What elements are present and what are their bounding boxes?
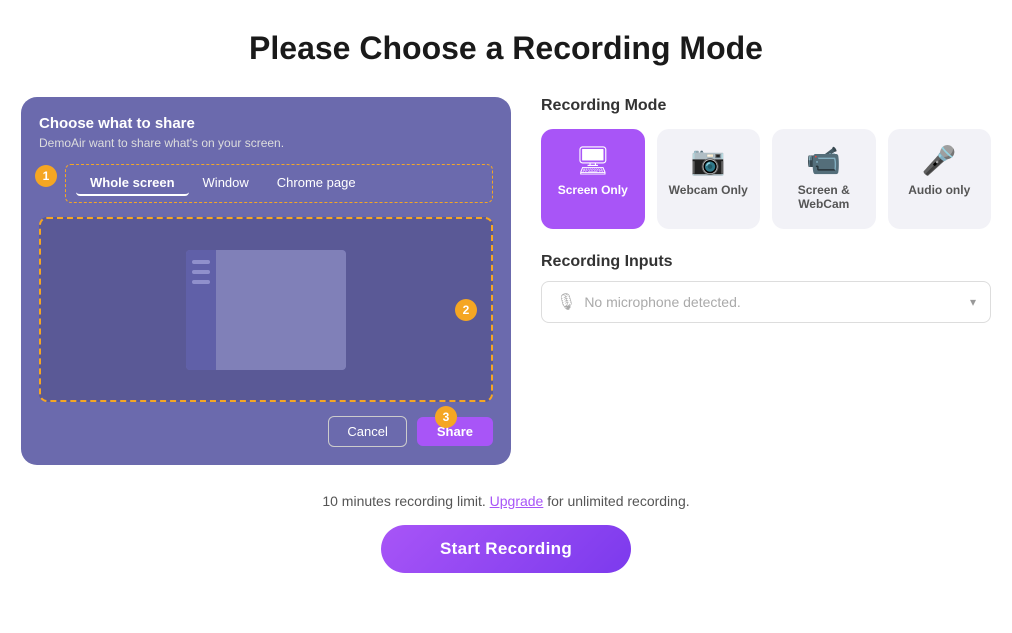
upgrade-link[interactable]: Upgrade xyxy=(490,493,544,509)
limit-text: 10 minutes recording limit. Upgrade for … xyxy=(20,493,992,509)
limit-text-suffix: for unlimited recording. xyxy=(547,493,689,509)
tabs-row: Whole screen Window Chrome page xyxy=(65,164,493,203)
bottom-buttons: Cancel Share 3 xyxy=(39,416,493,447)
screen-preview-area: 2 xyxy=(39,217,493,402)
footer-area: 10 minutes recording limit. Upgrade for … xyxy=(20,493,992,573)
cancel-button[interactable]: Cancel xyxy=(328,416,406,447)
page-title: Please Choose a Recording Mode xyxy=(249,30,763,67)
mic-muted-icon: 🎙 xyxy=(556,292,576,312)
tab-chrome-page[interactable]: Chrome page xyxy=(263,171,370,196)
tab-whole-screen[interactable]: Whole screen xyxy=(76,171,189,196)
microphone-placeholder-text: No microphone detected. xyxy=(584,294,962,310)
screen-only-icon: 🖥 xyxy=(575,147,611,175)
sidebar-line xyxy=(192,270,210,274)
recording-mode-label: Recording Mode xyxy=(541,97,991,115)
screen-mock xyxy=(186,250,346,370)
sidebar-line xyxy=(192,280,210,284)
main-content: Choose what to share DemoAir want to sha… xyxy=(21,97,991,465)
left-panel-title: Choose what to share xyxy=(39,115,493,132)
left-panel: Choose what to share DemoAir want to sha… xyxy=(21,97,511,465)
mode-card-screen-only[interactable]: 🖥 Screen Only xyxy=(541,129,645,229)
webcam-only-icon: 📷 xyxy=(691,147,726,175)
step-badge-2: 2 xyxy=(455,299,477,321)
right-panel: Recording Mode 🖥 Screen Only 📷 Webcam On… xyxy=(541,97,991,323)
mode-card-screen-webcam[interactable]: 📹 Screen & WebCam xyxy=(772,129,876,229)
mode-label-audio-only: Audio only xyxy=(908,183,970,197)
sidebar-line xyxy=(192,260,210,264)
microphone-dropdown[interactable]: 🎙 No microphone detected. ▾ xyxy=(541,281,991,323)
mode-card-audio-only[interactable]: 🎤 Audio only xyxy=(888,129,992,229)
mode-label-screen-webcam: Screen & WebCam xyxy=(782,183,866,211)
screen-mock-main xyxy=(216,250,346,370)
mode-label-webcam-only: Webcam Only xyxy=(669,183,748,197)
screen-webcam-icon: 📹 xyxy=(806,147,841,175)
chevron-down-icon: ▾ xyxy=(970,295,976,309)
limit-text-prefix: 10 minutes recording limit. xyxy=(322,493,485,509)
mode-label-screen-only: Screen Only xyxy=(558,183,628,197)
recording-modes: 🖥 Screen Only 📷 Webcam Only 📹 Screen & W… xyxy=(541,129,991,229)
recording-inputs-label: Recording Inputs xyxy=(541,253,991,271)
start-recording-button[interactable]: Start Recording xyxy=(381,525,631,573)
step-badge-1: 1 xyxy=(35,165,57,187)
audio-only-icon: 🎤 xyxy=(922,147,957,175)
tab-window[interactable]: Window xyxy=(189,171,263,196)
mode-card-webcam-only[interactable]: 📷 Webcam Only xyxy=(657,129,761,229)
step-badge-3: 3 xyxy=(435,406,457,428)
left-panel-subtitle: DemoAir want to share what's on your scr… xyxy=(39,136,493,150)
screen-mock-sidebar xyxy=(186,250,216,370)
